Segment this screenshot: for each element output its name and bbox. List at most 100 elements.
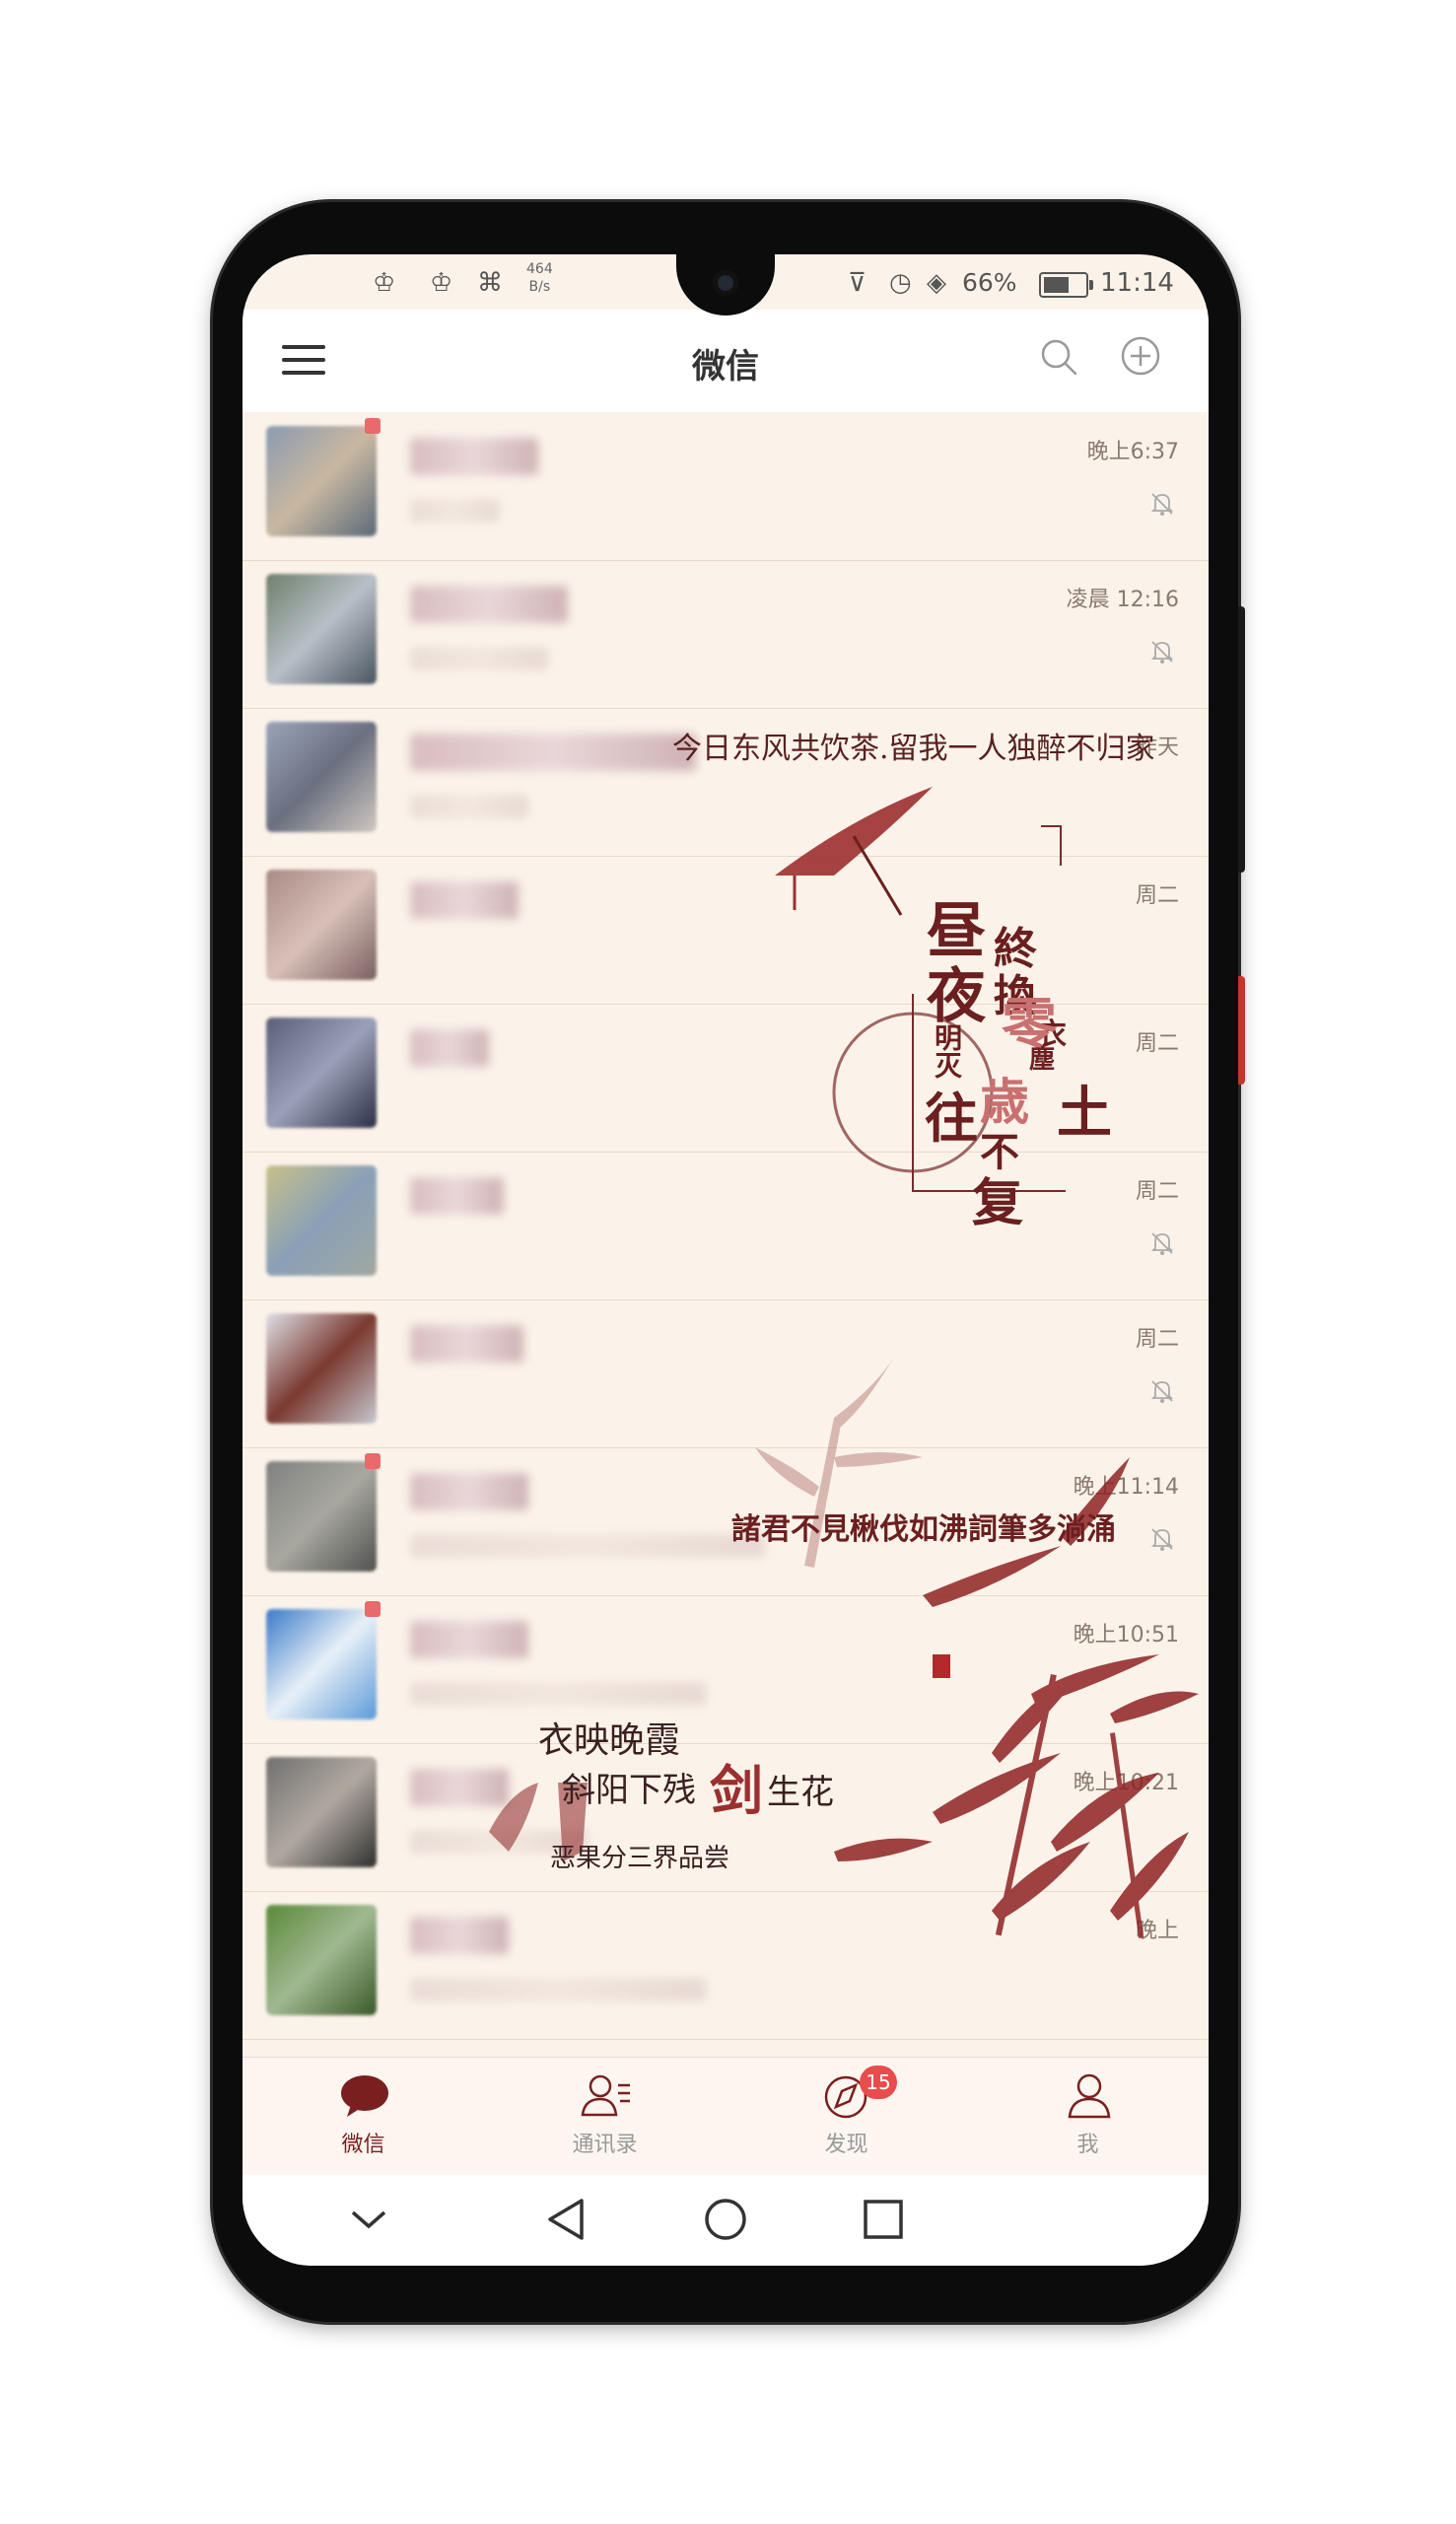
avatar[interactable] xyxy=(266,1313,377,1424)
add-icon[interactable] xyxy=(1120,335,1161,377)
unread-dot xyxy=(365,418,381,434)
notification-icon: ♔ xyxy=(430,268,453,298)
system-navigation-bar xyxy=(243,2175,1209,2266)
unread-dot xyxy=(365,1453,381,1469)
wifi-icon: ⊽ xyxy=(848,268,867,298)
phone-screen: ♔ ♔ ⌘ 464 B/s ⊽ ◷ ◈ 66% 11:14 微信 晚上6:37 凌… xyxy=(243,254,1209,2266)
chat-time: 晚上11:14 xyxy=(1073,1475,1179,1500)
tab-contacts[interactable]: 通讯录 xyxy=(484,2058,726,2176)
theme-verse-char: 土 xyxy=(1057,1081,1112,1146)
chat-row[interactable]: 晚上10:51 xyxy=(243,1595,1209,1744)
chat-row[interactable]: 晚上 xyxy=(243,1891,1209,2040)
chat-name-redacted xyxy=(410,438,538,475)
theme-verse-line-1: 今日东风共饮茶.留我一人独醉不归家 xyxy=(672,732,1155,766)
bottom-tab-bar: 微信 通讯录 15 发现 我 xyxy=(243,2057,1209,2176)
avatar[interactable] xyxy=(266,574,377,684)
mute-bell-icon xyxy=(1150,641,1174,664)
chat-name-redacted xyxy=(410,1917,509,1954)
chat-row[interactable]: 周二 xyxy=(243,1299,1209,1448)
chat-name-redacted xyxy=(410,734,696,771)
notification-icon: ♔ xyxy=(373,268,396,298)
search-icon[interactable] xyxy=(1039,337,1078,377)
net-speed-unit: B/s xyxy=(528,279,551,295)
battery-level xyxy=(1044,277,1069,293)
chat-list: 晚上6:37 凌晨 12:16 昨天 周二 周二 周二 周二 晚上11:14 晚上10:51 晚上… xyxy=(243,412,1209,2057)
chat-bubble-icon xyxy=(341,2075,388,2117)
chat-time: 周二 xyxy=(1135,1031,1179,1056)
home-circle-icon[interactable] xyxy=(696,2195,755,2244)
chat-time: 晚上 xyxy=(1135,1919,1179,1943)
tab-chats[interactable]: 微信 xyxy=(243,2058,484,2176)
theme-verse-char: 剑 xyxy=(710,1759,763,1822)
chat-preview-redacted xyxy=(410,647,548,670)
discover-badge: 15 xyxy=(860,2066,897,2099)
alarm-icon: ◷ xyxy=(889,268,912,298)
chat-time: 晚上6:37 xyxy=(1086,440,1179,464)
theme-verse-line-3: 斜阳下残 xyxy=(562,1771,696,1810)
theme-verse-char: 往 xyxy=(925,1087,978,1150)
avatar[interactable] xyxy=(266,722,377,832)
theme-verse-line-4: 恶果分三界品尝 xyxy=(550,1844,730,1873)
chat-name-redacted xyxy=(410,1325,523,1363)
chat-name-redacted xyxy=(410,1769,509,1806)
chat-row[interactable]: 周二 xyxy=(243,856,1209,1005)
avatar[interactable] xyxy=(266,426,377,536)
tab-label: 发现 xyxy=(824,2133,868,2157)
avatar[interactable] xyxy=(266,1017,377,1128)
chat-time: 凌晨 12:16 xyxy=(1066,588,1179,612)
chat-name-redacted xyxy=(410,881,519,919)
chat-time: 晚上10:51 xyxy=(1073,1623,1179,1648)
chat-preview-redacted xyxy=(410,1534,765,1558)
mute-bell-icon xyxy=(1150,1232,1174,1255)
recents-square-icon[interactable] xyxy=(854,2195,913,2244)
mute-bell-icon xyxy=(1150,1528,1174,1551)
avatar[interactable] xyxy=(266,1609,377,1719)
theme-verse-char: 塵 xyxy=(1029,1045,1056,1075)
contacts-icon xyxy=(581,2074,630,2117)
theme-verse-line-3: 生花 xyxy=(767,1773,834,1812)
avatar[interactable] xyxy=(266,1165,377,1276)
volume-button xyxy=(1238,606,1245,873)
tab-label: 微信 xyxy=(341,2133,385,2157)
net-speed-value: 464 xyxy=(526,261,553,277)
tab-label: 通讯录 xyxy=(572,2133,638,2157)
mute-bell-icon xyxy=(1150,1380,1174,1403)
theme-verse-sub: 明灭 xyxy=(931,1023,963,1079)
chat-name-redacted xyxy=(410,586,568,623)
chat-time: 周二 xyxy=(1135,1179,1179,1204)
collapse-chevron-icon[interactable] xyxy=(339,2195,398,2244)
front-camera xyxy=(713,270,738,296)
clock: 11:14 xyxy=(1100,268,1174,298)
chat-row[interactable]: 晚上6:37 xyxy=(243,412,1209,561)
chat-preview-redacted xyxy=(410,795,528,818)
unread-dot xyxy=(365,1601,381,1617)
chat-name-redacted xyxy=(410,1473,528,1510)
chat-row[interactable]: 周二 xyxy=(243,1152,1209,1300)
theme-verse-char: 复 xyxy=(972,1173,1024,1233)
chat-name-redacted xyxy=(410,1621,528,1658)
chat-row[interactable]: 凌晨 12:16 xyxy=(243,560,1209,709)
back-triangle-icon[interactable] xyxy=(538,2195,597,2244)
tab-me[interactable]: 我 xyxy=(967,2058,1209,2176)
chat-time: 晚上10:21 xyxy=(1073,1771,1179,1795)
profile-icon xyxy=(1068,2073,1111,2119)
power-button xyxy=(1238,976,1245,1085)
battery-icon xyxy=(1039,272,1093,298)
avatar[interactable] xyxy=(266,1757,377,1867)
battery-percent: 66% xyxy=(962,268,1017,297)
avatar[interactable] xyxy=(266,1461,377,1572)
avatar[interactable] xyxy=(266,870,377,980)
notification-icon: ⌘ xyxy=(477,268,503,298)
net-speed: 464 B/s xyxy=(526,260,553,296)
chat-preview-redacted xyxy=(410,1978,706,2001)
chat-time: 周二 xyxy=(1135,1327,1179,1352)
nfc-icon: ◈ xyxy=(927,268,946,298)
chat-time: 周二 xyxy=(1135,883,1179,908)
chat-name-redacted xyxy=(410,1177,504,1215)
app-header: 微信 xyxy=(243,310,1209,412)
chat-preview-redacted xyxy=(410,499,499,523)
chat-preview-redacted xyxy=(410,1682,706,1706)
theme-verse-line-2: 諸君不見楸伐如沸詞筆多淌涌 xyxy=(731,1512,1116,1547)
tab-discover[interactable]: 15 发现 xyxy=(726,2058,967,2176)
avatar[interactable] xyxy=(266,1905,377,2015)
